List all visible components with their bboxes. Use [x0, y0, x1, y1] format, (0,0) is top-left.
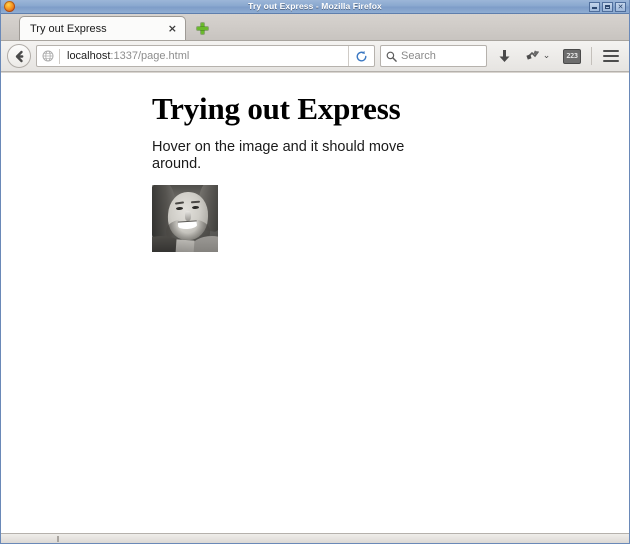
window-controls [589, 1, 628, 12]
url-bar[interactable]: localhost:1337/page.html [36, 45, 375, 67]
chevron-down-icon[interactable]: ⌄ [543, 51, 551, 61]
resize-grip[interactable] [57, 536, 59, 542]
close-tab-icon[interactable]: × [166, 23, 179, 34]
new-tab-button[interactable] [190, 16, 214, 40]
download-arrow-icon [499, 49, 509, 62]
status-bar [1, 533, 629, 543]
url-host: localhost [67, 50, 111, 62]
url-text[interactable]: localhost:1337/page.html [60, 50, 348, 62]
reload-button[interactable] [348, 46, 374, 66]
minimize-button[interactable] [589, 1, 600, 12]
page-paragraph: Hover on the image and it should move ar… [152, 139, 405, 172]
tab-label: Try out Express [30, 22, 107, 35]
search-input[interactable]: Search [401, 50, 436, 62]
window-title: Try out Express - Mozilla Firefox [248, 1, 382, 11]
url-path: :1337/page.html [110, 50, 190, 62]
plugin-icon [526, 49, 542, 63]
plugin-button[interactable]: ⌄ [521, 44, 555, 68]
firefox-logo-icon [4, 1, 15, 12]
maximize-button[interactable] [602, 1, 613, 12]
title-bar: Try out Express - Mozilla Firefox [1, 0, 629, 14]
browser-window: Try out Express - Mozilla Firefox Try ou… [0, 0, 630, 544]
plus-icon [196, 22, 208, 34]
devtools-glyph: 223 [566, 52, 578, 60]
toolbar-separator [591, 47, 592, 65]
tab-strip: Try out Express × [1, 14, 629, 41]
close-button[interactable] [615, 1, 626, 12]
page-heading: Trying out Express [152, 91, 401, 126]
back-arrow-icon [15, 50, 23, 62]
globe-icon[interactable] [37, 46, 59, 66]
hamburger-menu-icon [603, 50, 619, 62]
devtools-icon: 223 [563, 48, 581, 64]
page-content: Trying out Express Hover on the image an… [1, 72, 629, 533]
portrait-image[interactable] [152, 185, 218, 252]
downloads-button[interactable] [492, 44, 516, 68]
back-button[interactable] [7, 44, 31, 68]
devtools-button[interactable]: 223 [560, 44, 584, 68]
menu-button[interactable] [599, 44, 623, 68]
reload-icon [356, 50, 367, 62]
search-icon [381, 51, 401, 62]
search-bar[interactable]: Search [380, 45, 487, 67]
tab-try-out-express[interactable]: Try out Express × [19, 16, 186, 40]
navigation-toolbar: localhost:1337/page.html Search ⌄ 223 [1, 41, 629, 72]
